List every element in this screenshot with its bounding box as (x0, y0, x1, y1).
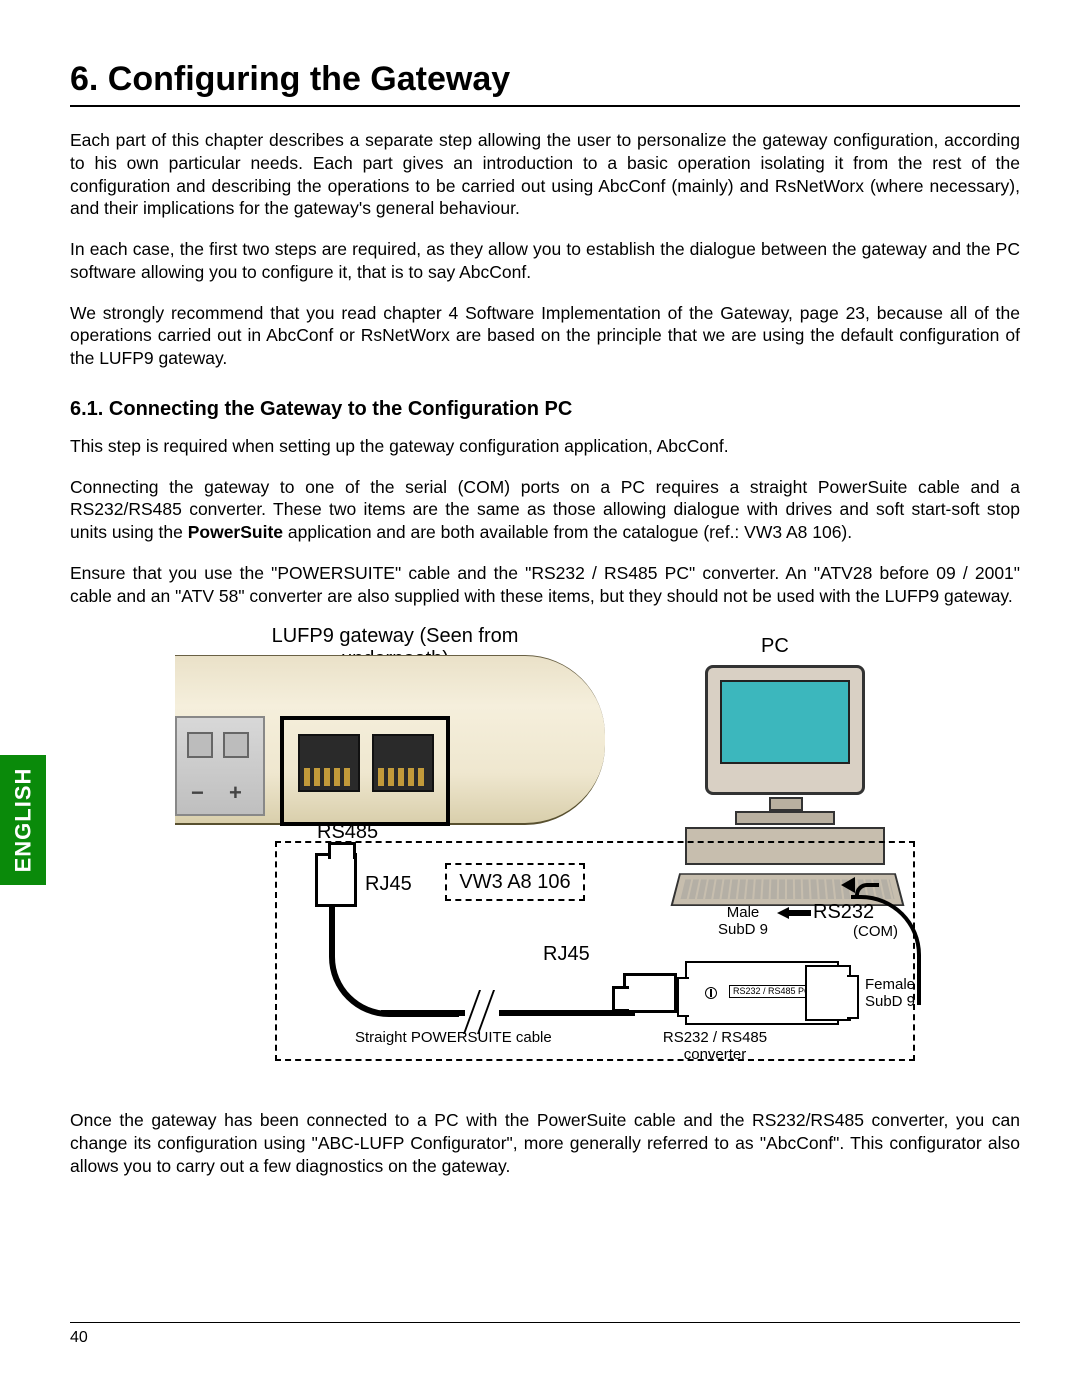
monitor-stand-icon (769, 797, 803, 811)
label-converter: RS232 / RS485 converter (645, 1029, 785, 1063)
section-para-3: Ensure that you use the "POWERSUITE" cab… (70, 562, 1020, 608)
section-para-4: Once the gateway has been connected to a… (70, 1109, 1020, 1177)
config-port-highlight-icon (280, 716, 450, 826)
intro-para-2: In each case, the first two steps are re… (70, 238, 1020, 284)
document-page: 6. Configuring the Gateway Each part of … (0, 0, 1080, 1397)
cable-icon (329, 907, 459, 1017)
serial-cable-arc-icon (855, 883, 879, 899)
section-para-2: Connecting the gateway to one of the ser… (70, 476, 1020, 544)
arrow-icon (777, 905, 811, 921)
monitor-icon (705, 665, 865, 795)
connection-diagram: LUFP9 gateway (Seen from underneath) Con… (165, 625, 925, 1085)
chapter-heading: 6. Configuring the Gateway (70, 60, 1020, 107)
arrow-icon (841, 877, 855, 893)
label-rj45-right: RJ45 (543, 943, 590, 966)
rj45-port-icon (372, 734, 434, 792)
monitor-base-icon (735, 811, 835, 825)
label-rs232: RS232 (813, 901, 874, 924)
label-com: (COM) (853, 923, 898, 940)
intro-para-1: Each part of this chapter describes a se… (70, 129, 1020, 220)
section-para-1: This step is required when setting up th… (70, 435, 1020, 458)
db9-female-icon (805, 965, 851, 1021)
label-cable: Straight POWERSUITE cable (355, 1029, 552, 1046)
label-male-subd9: Male SubD 9 (713, 905, 773, 938)
section-heading: 6.1. Connecting the Gateway to the Confi… (70, 398, 1020, 421)
terminal-block-icon: −+ (175, 716, 265, 816)
converter-tag: RS232 / RS485 PC (729, 985, 815, 998)
page-footer: 40 (70, 1322, 1020, 1347)
intro-para-3: We strongly recommend that you read chap… (70, 302, 1020, 370)
cable-break-icon (465, 990, 499, 1034)
page-number: 40 (70, 1329, 88, 1346)
ground-symbol-icon (705, 987, 717, 999)
label-pc: PC (761, 635, 789, 658)
rj45-plug-right-icon (623, 973, 677, 1013)
language-tab: ENGLISH (0, 755, 46, 885)
label-rj45-left: RJ45 (365, 873, 412, 896)
ref-dashed-box: VW3 A8 106 (445, 863, 585, 901)
rj45-plug-left-icon (315, 853, 357, 907)
language-label: ENGLISH (10, 768, 36, 873)
rj45-port-icon (298, 734, 360, 792)
p5bold: PowerSuite (188, 522, 283, 542)
gateway-body-icon: −+ (175, 655, 605, 825)
p5b: application and are both available from … (283, 522, 852, 542)
